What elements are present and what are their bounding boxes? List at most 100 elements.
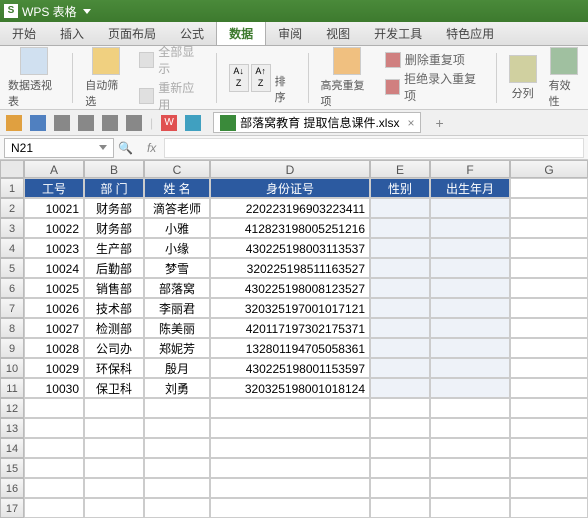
menu-视图[interactable]: 视图 bbox=[314, 22, 362, 45]
cell[interactable]: 320325198001018124 bbox=[210, 378, 370, 398]
cell[interactable] bbox=[430, 198, 510, 218]
cell[interactable]: 财务部 bbox=[84, 218, 144, 238]
cell[interactable] bbox=[510, 378, 588, 398]
cell[interactable]: 保卫科 bbox=[84, 378, 144, 398]
cell[interactable]: 技术部 bbox=[84, 298, 144, 318]
menu-数据[interactable]: 数据 bbox=[216, 22, 266, 45]
cell[interactable]: 销售部 bbox=[84, 278, 144, 298]
row-head-2[interactable]: 2 bbox=[0, 198, 24, 218]
reapply-button[interactable]: 重新应用 bbox=[139, 79, 204, 113]
cell[interactable]: 部落窝 bbox=[144, 278, 210, 298]
preview-icon[interactable] bbox=[78, 115, 94, 131]
cell[interactable]: 李丽君 bbox=[144, 298, 210, 318]
print-icon[interactable] bbox=[54, 115, 70, 131]
cell[interactable]: 小缘 bbox=[144, 238, 210, 258]
fx-icon[interactable]: fx bbox=[147, 141, 156, 155]
w-icon[interactable]: W bbox=[161, 115, 177, 131]
cell[interactable] bbox=[430, 258, 510, 278]
cell[interactable]: 10029 bbox=[24, 358, 84, 378]
row-head-9[interactable]: 9 bbox=[0, 338, 24, 358]
magnify-icon[interactable]: 🔍 bbox=[118, 141, 133, 155]
cell[interactable] bbox=[370, 458, 430, 478]
menu-特色应用[interactable]: 特色应用 bbox=[434, 22, 506, 45]
cell[interactable] bbox=[510, 178, 588, 198]
cell[interactable] bbox=[84, 418, 144, 438]
spreadsheet-grid[interactable]: ABCDEFG1工号部 门姓 名身份证号性别出生年月210021财务部滴答老师2… bbox=[0, 160, 588, 518]
name-box-dropdown-icon[interactable] bbox=[99, 145, 107, 150]
cell[interactable] bbox=[144, 458, 210, 478]
cell[interactable] bbox=[144, 498, 210, 518]
cell[interactable] bbox=[24, 418, 84, 438]
undo-icon[interactable] bbox=[102, 115, 118, 131]
cell[interactable] bbox=[510, 238, 588, 258]
validation-button[interactable]: 有效性 bbox=[549, 47, 580, 109]
row-head-3[interactable]: 3 bbox=[0, 218, 24, 238]
cell[interactable]: 420117197302175371 bbox=[210, 318, 370, 338]
save-icon[interactable] bbox=[30, 115, 46, 131]
menu-开始[interactable]: 开始 bbox=[0, 22, 48, 45]
cell[interactable]: 生产部 bbox=[84, 238, 144, 258]
cell[interactable] bbox=[210, 498, 370, 518]
file-tab[interactable]: 部落窝教育 提取信息课件.xlsx × bbox=[213, 112, 421, 133]
cell[interactable] bbox=[430, 238, 510, 258]
cell[interactable] bbox=[24, 498, 84, 518]
cell[interactable] bbox=[210, 438, 370, 458]
cell[interactable]: 环保科 bbox=[84, 358, 144, 378]
cell[interactable] bbox=[430, 418, 510, 438]
open-icon[interactable] bbox=[6, 115, 22, 131]
cell[interactable] bbox=[430, 458, 510, 478]
cell[interactable]: 刘勇 bbox=[144, 378, 210, 398]
cell[interactable]: 430225198008123527 bbox=[210, 278, 370, 298]
cell[interactable] bbox=[510, 258, 588, 278]
cell[interactable]: 10027 bbox=[24, 318, 84, 338]
cell[interactable]: 320225198511163527 bbox=[210, 258, 370, 278]
sort-desc-button[interactable]: A↑Z bbox=[251, 64, 271, 92]
select-all-corner[interactable] bbox=[0, 160, 24, 178]
cell[interactable]: 320325197001017121 bbox=[210, 298, 370, 318]
cell[interactable]: 检测部 bbox=[84, 318, 144, 338]
row-head-8[interactable]: 8 bbox=[0, 318, 24, 338]
cell[interactable] bbox=[370, 198, 430, 218]
cell[interactable] bbox=[510, 478, 588, 498]
cell[interactable] bbox=[210, 418, 370, 438]
cell[interactable] bbox=[510, 278, 588, 298]
cell[interactable] bbox=[510, 498, 588, 518]
row-head-5[interactable]: 5 bbox=[0, 258, 24, 278]
cell[interactable]: 10021 bbox=[24, 198, 84, 218]
cell[interactable]: 郑妮芳 bbox=[144, 338, 210, 358]
cell[interactable] bbox=[510, 338, 588, 358]
col-head-D[interactable]: D bbox=[210, 160, 370, 178]
row-head-16[interactable]: 16 bbox=[0, 478, 24, 498]
cell[interactable]: 后勤部 bbox=[84, 258, 144, 278]
cell[interactable] bbox=[210, 458, 370, 478]
autofilter-button[interactable]: 自动筛选 bbox=[85, 47, 127, 109]
col-head-A[interactable]: A bbox=[24, 160, 84, 178]
new-tab-button[interactable]: + bbox=[435, 115, 443, 131]
cell[interactable] bbox=[430, 478, 510, 498]
cell[interactable] bbox=[510, 398, 588, 418]
show-all-button[interactable]: 全部显示 bbox=[139, 43, 204, 77]
col-head-E[interactable]: E bbox=[370, 160, 430, 178]
cell[interactable] bbox=[430, 358, 510, 378]
cell[interactable] bbox=[84, 438, 144, 458]
cell[interactable]: 公司办 bbox=[84, 338, 144, 358]
cell[interactable]: 430225198003113537 bbox=[210, 238, 370, 258]
cell[interactable] bbox=[210, 398, 370, 418]
cell[interactable] bbox=[510, 298, 588, 318]
cell[interactable] bbox=[370, 238, 430, 258]
cell[interactable] bbox=[370, 358, 430, 378]
menu-审阅[interactable]: 审阅 bbox=[266, 22, 314, 45]
cell[interactable]: 滴答老师 bbox=[144, 198, 210, 218]
highlight-dup-button[interactable]: 高亮重复项 bbox=[321, 47, 373, 109]
cell[interactable] bbox=[370, 478, 430, 498]
cell[interactable] bbox=[430, 338, 510, 358]
col-head-F[interactable]: F bbox=[430, 160, 510, 178]
cell[interactable]: 220223196903223411 bbox=[210, 198, 370, 218]
cell[interactable] bbox=[144, 398, 210, 418]
cell[interactable] bbox=[24, 458, 84, 478]
cell[interactable]: 陈美丽 bbox=[144, 318, 210, 338]
cell[interactable]: 10022 bbox=[24, 218, 84, 238]
cell[interactable] bbox=[370, 398, 430, 418]
app-dropdown-icon[interactable] bbox=[83, 9, 91, 14]
row-head-4[interactable]: 4 bbox=[0, 238, 24, 258]
